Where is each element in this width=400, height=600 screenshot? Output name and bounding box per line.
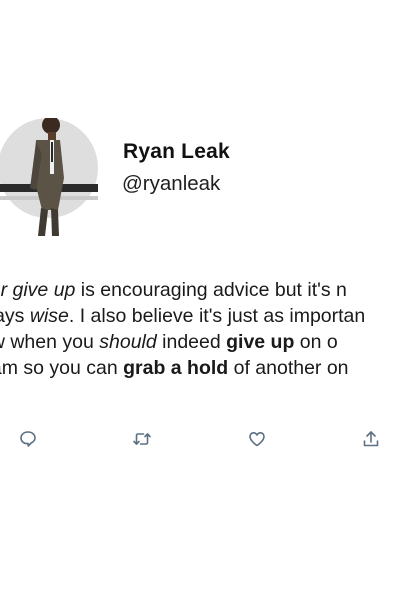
tweet-bold-segment: give up: [226, 331, 295, 353]
tweet-bold-segment: grab a hold: [123, 357, 229, 379]
tweet-text-segment: ow when you: [0, 331, 94, 353]
share-button[interactable]: [361, 429, 381, 449]
like-button[interactable]: [247, 429, 267, 449]
tweet-line-2: ways wise. I also believe it's just as i…: [0, 303, 400, 329]
heart-icon: [249, 432, 265, 447]
tweet-text-segment: . I also believe it's just as importan: [68, 305, 366, 327]
comment-icon: [20, 431, 36, 447]
tweet-text-segment: is encouraging advice but it's n: [75, 279, 347, 301]
tweet-italic-segment: ver give up: [0, 279, 76, 301]
tweet-line-4: eam so you can grab a hold of another on: [0, 355, 400, 381]
retweet-button[interactable]: [132, 429, 152, 449]
avatar[interactable]: [0, 118, 98, 236]
retweet-icon: [133, 433, 151, 445]
tweet-text-segment: of another on: [228, 357, 349, 379]
user-handle[interactable]: @ryanleak: [122, 172, 220, 196]
tweet-text-segment: ways: [0, 305, 25, 327]
tweet-text-segment: on o: [294, 331, 338, 353]
share-icon: [363, 431, 379, 447]
display-name[interactable]: Ryan Leak: [123, 140, 230, 164]
tweet-italic-segment: wise: [29, 305, 69, 327]
tweet-line-1: ver give up is encouraging advice but it…: [0, 277, 400, 303]
tweet-text: ver give up is encouraging advice but it…: [0, 277, 400, 381]
tweet-text-segment: eam so you can: [0, 357, 118, 379]
tweet-line-3: ow when you should indeed give up on o: [0, 329, 400, 355]
reply-button[interactable]: [18, 429, 38, 449]
tweet-text-segment: indeed: [156, 331, 227, 353]
tweet-italic-segment: should: [99, 331, 157, 353]
